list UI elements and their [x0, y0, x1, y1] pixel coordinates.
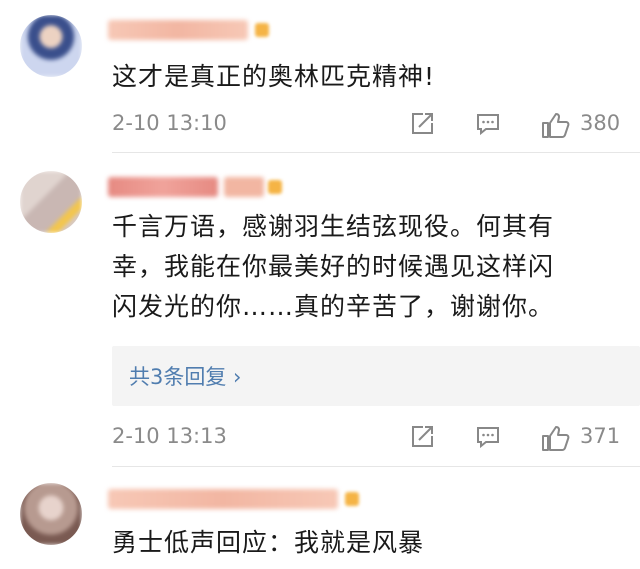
timestamp: 2-10 13:13 — [112, 424, 227, 448]
comment-meta: 2-10 13:13 371 — [0, 424, 640, 454]
avatar[interactable] — [20, 483, 82, 545]
verified-badge-icon — [345, 492, 359, 506]
comment-icon[interactable] — [475, 424, 501, 454]
comment-text: 这才是真正的奥林匹克精神! — [112, 62, 436, 91]
replies-box[interactable]: 共3条回复 › — [112, 346, 640, 406]
avatar[interactable] — [20, 171, 82, 233]
verified-badge-icon — [255, 23, 269, 37]
comment-item: 这才是真正的奥林匹克精神! 2-10 13:10 380 — [0, 0, 640, 150]
username[interactable] — [108, 20, 248, 40]
thumbs-up-icon[interactable] — [541, 424, 571, 456]
comment-line: 千言万语，感谢羽生结弦现役。何其有 — [112, 212, 555, 241]
comment-line: 闪发光的你……真的辛苦了，谢谢你。 — [112, 292, 555, 321]
comment-icon[interactable] — [475, 111, 501, 141]
username[interactable] — [108, 177, 218, 197]
share-icon[interactable] — [409, 111, 435, 141]
comment-item: 千言万语，感谢羽生结弦现役。何其有 幸，我能在你最美好的时候遇见这样闪 闪发光的… — [0, 153, 640, 471]
comment-item: 勇士低声回应：我就是风暴 — [0, 467, 640, 569]
avatar[interactable] — [20, 15, 82, 77]
username[interactable] — [108, 489, 338, 509]
comment-meta: 2-10 13:10 380 — [0, 111, 640, 141]
verified-badge-icon — [268, 180, 282, 194]
comment-line: 幸，我能在你最美好的时候遇见这样闪 — [112, 252, 555, 281]
view-replies-link[interactable]: 共3条回复 › — [129, 361, 241, 391]
like-count: 380 — [580, 111, 621, 135]
share-icon[interactable] — [409, 424, 435, 454]
comment-text: 千言万语，感谢羽生结弦现役。何其有 幸，我能在你最美好的时候遇见这样闪 闪发光的… — [112, 207, 610, 327]
comment-feed: 这才是真正的奥林匹克精神! 2-10 13:10 380 千言万语，感谢羽生结弦… — [0, 0, 640, 569]
username-suffix — [224, 177, 264, 197]
timestamp: 2-10 13:10 — [112, 111, 227, 135]
comment-text: 勇士低声回应：我就是风暴 — [112, 528, 425, 557]
thumbs-up-icon[interactable] — [541, 111, 571, 143]
like-count: 371 — [580, 424, 621, 448]
